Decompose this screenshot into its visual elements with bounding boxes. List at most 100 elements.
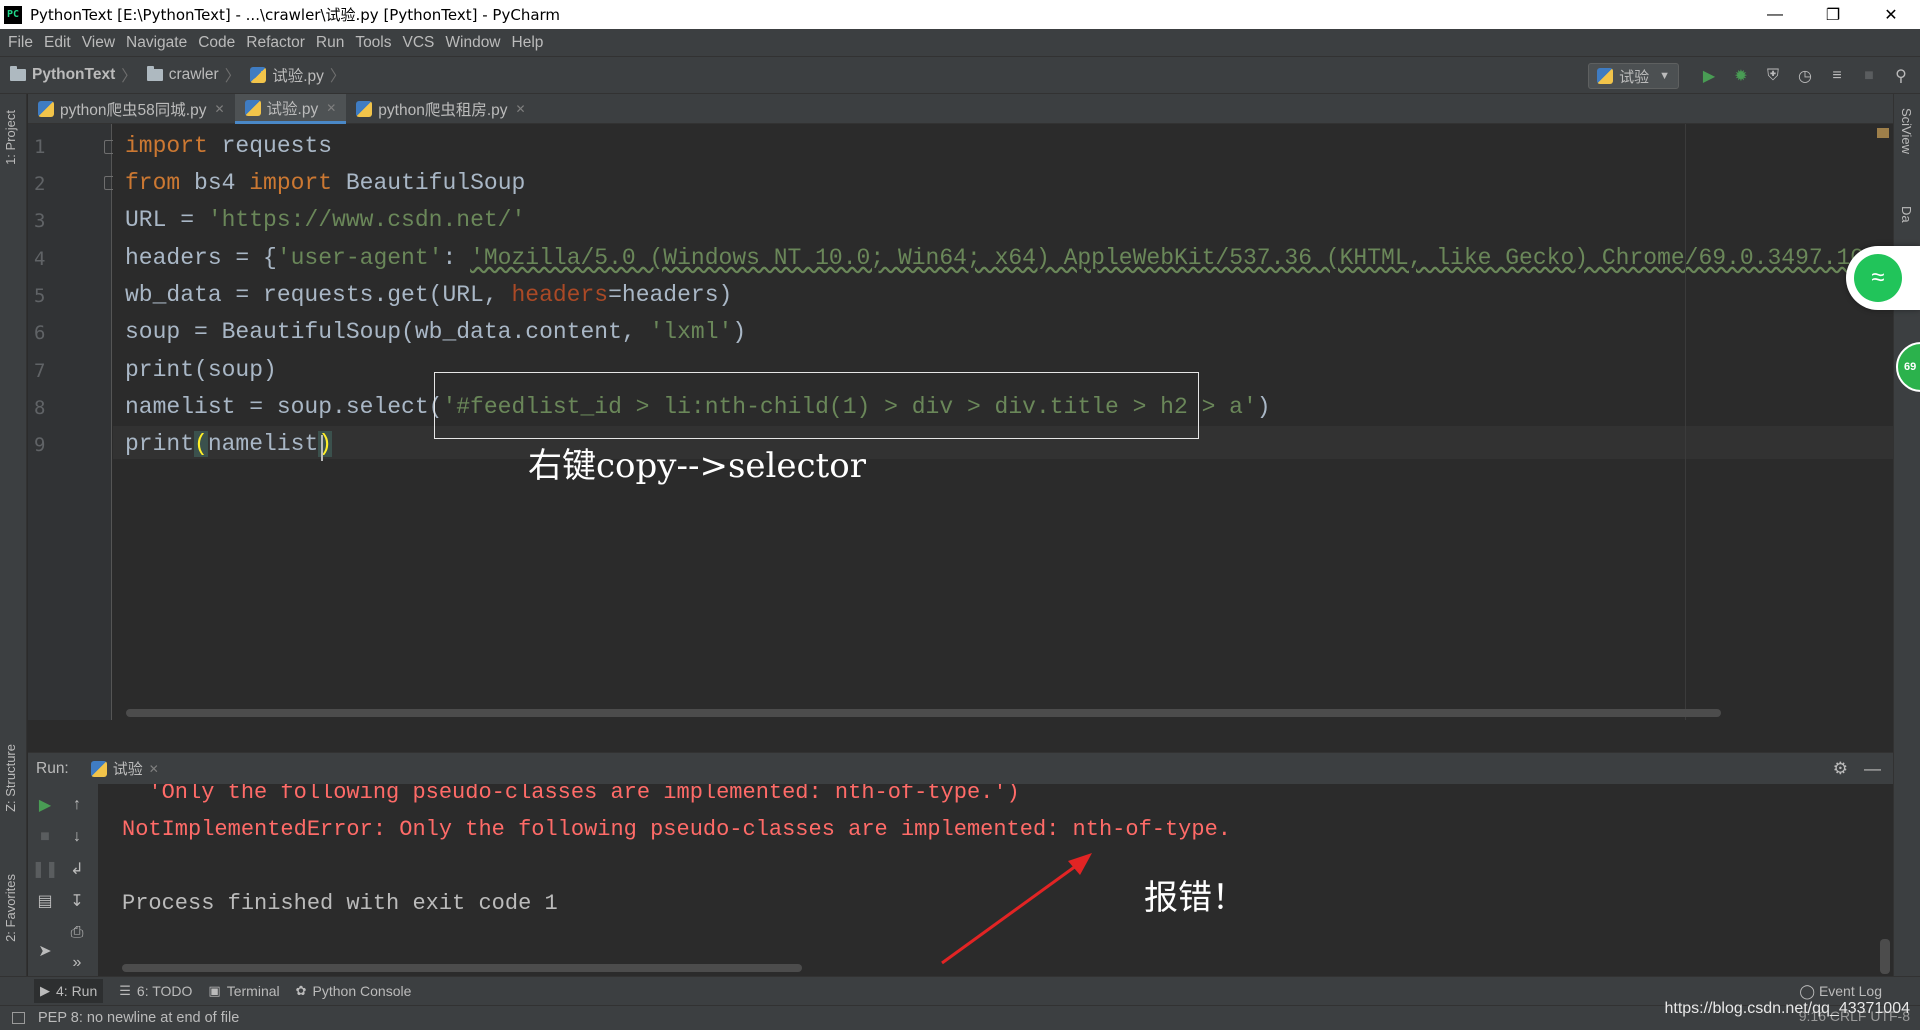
menu-refactor[interactable]: Refactor (246, 34, 305, 52)
console-horizontal-scrollbar[interactable] (122, 964, 802, 972)
pause-icon[interactable]: ❚❚ (32, 858, 59, 880)
tool-window-run[interactable]: ▶ 4: Run (34, 979, 104, 1003)
folder-icon (10, 66, 26, 81)
run-icon[interactable]: ▶ (1698, 65, 1720, 87)
warning-stripe-marker[interactable] (1877, 128, 1889, 138)
breadcrumb-project[interactable]: PythonText 〉 (10, 64, 137, 86)
code-text: requests (207, 133, 333, 159)
keyword: import (125, 133, 208, 159)
close-icon[interactable]: ✕ (326, 101, 336, 115)
tab-python-zufang[interactable]: python爬虫租房.py ✕ (346, 94, 535, 124)
menu-code[interactable]: Code (198, 34, 235, 52)
menu-vcs[interactable]: VCS (403, 34, 435, 52)
soft-wrap-icon[interactable]: ↲ (66, 858, 88, 880)
restore-button[interactable]: ❐ (1804, 0, 1862, 29)
status-bar: PEP 8: no newline at end of file 9:16 CR… (0, 1005, 1920, 1030)
string-literal: 'user-agent' (276, 245, 443, 271)
coverage-icon[interactable]: ⛨ (1762, 65, 1784, 87)
close-icon[interactable]: ✕ (516, 102, 526, 116)
stop-icon[interactable]: ■ (1858, 65, 1880, 87)
annotation-arrow-head (1068, 853, 1092, 875)
menu-navigate[interactable]: Navigate (126, 34, 187, 52)
tab-python-58[interactable]: python爬虫58同城.py ✕ (28, 94, 235, 124)
line-number: 6 (34, 322, 46, 344)
status-toggle-icon[interactable] (12, 1012, 25, 1024)
python-file-icon (244, 99, 261, 116)
tab-label: python爬虫58同城.py (60, 102, 207, 119)
search-icon[interactable]: ⚲ (1890, 65, 1912, 87)
run-configuration-dropdown[interactable]: 试验 ▼ (1588, 63, 1679, 89)
up-arrow-icon[interactable]: ↑ (66, 794, 88, 816)
tool-window-python-console[interactable]: ✿ Python Console (296, 983, 412, 999)
play-icon: ▶ (40, 983, 50, 998)
menu-window[interactable]: Window (445, 34, 500, 52)
gear-icon[interactable]: ⚙ (1833, 759, 1848, 779)
code-text: wb_data = requests.get(URL, (125, 282, 512, 308)
more-icon[interactable]: » (66, 952, 88, 974)
breadcrumb-folder-label: crawler (168, 66, 219, 83)
event-log-button[interactable]: ◯ Event Log (1799, 983, 1882, 1000)
console-line: NotImplementedError: Only the following … (122, 817, 1231, 842)
status-message: PEP 8: no newline at end of file (38, 1010, 240, 1026)
run-tab-shiyan[interactable]: 试验 ✕ (90, 758, 159, 779)
layout-icon[interactable]: ▤ (34, 890, 56, 912)
minimize-button[interactable]: — (1746, 0, 1804, 29)
breadcrumb-project-label: PythonText (32, 66, 116, 83)
run-tab-label: 试验 (112, 761, 143, 778)
line-number: 9 (34, 434, 46, 456)
tool-window-todo[interactable]: ☰ 6: TODO (119, 983, 192, 999)
line-number: 7 (34, 360, 46, 382)
console-line: Process finished with exit code 1 (122, 891, 558, 916)
code-line-2: from bs4 import BeautifulSoup (125, 170, 525, 196)
console-vertical-scrollbar[interactable] (1880, 939, 1890, 974)
annotation-arrow (941, 853, 1092, 965)
close-icon[interactable]: ✕ (214, 102, 224, 116)
line-number: 4 (34, 248, 46, 270)
code-line-7: print(soup) (125, 357, 277, 383)
menu-view[interactable]: View (82, 34, 115, 52)
keyword: from (125, 170, 181, 196)
string-literal: 'Mozilla/5.0 (Windows NT 10.0; Win64; x6… (470, 245, 1893, 271)
annotation-arrow-shaft (941, 861, 1081, 965)
matched-paren: ( (194, 431, 208, 457)
stop-icon[interactable]: ■ (34, 826, 56, 848)
breadcrumb-folder[interactable]: crawler 〉 (146, 64, 240, 86)
menu-help[interactable]: Help (512, 34, 544, 52)
python-file-icon (38, 101, 54, 117)
sciview-tool-tab[interactable]: SciView (1899, 108, 1914, 154)
breadcrumb-file[interactable]: 试验.py 〉 (250, 64, 345, 86)
code-line-9: print(namelist) (125, 431, 333, 457)
list-icon: ☰ (119, 983, 131, 998)
down-arrow-icon[interactable]: ↓ (66, 826, 88, 848)
tool-window-terminal[interactable]: ▣ Terminal (208, 983, 279, 999)
minimize-panel-icon[interactable]: — (1864, 759, 1881, 779)
tool-window-label: Terminal (226, 983, 280, 999)
tab-shiyan[interactable]: 试验.py ✕ (234, 94, 347, 124)
profile-icon[interactable]: ◷ (1794, 65, 1816, 87)
project-tool-tab[interactable]: 1: Project (3, 110, 18, 165)
structure-tool-tab[interactable]: Z: Structure (3, 744, 18, 812)
run-configuration-label: 试验 (1619, 68, 1650, 86)
window-title: PythonText [E:\PythonText] - ...\crawler… (30, 6, 561, 24)
debug-icon[interactable]: ✹ (1730, 65, 1752, 87)
wifi-widget[interactable]: ≈ (1846, 246, 1920, 310)
pin-icon[interactable]: ➤ (34, 940, 56, 962)
close-window-button[interactable]: ✕ (1862, 0, 1920, 29)
scroll-to-end-icon[interactable]: ↧ (66, 890, 88, 912)
menu-bar: File Edit View Navigate Code Refactor Ru… (0, 29, 1920, 56)
close-icon[interactable]: ✕ (149, 762, 159, 776)
code-line-1: import requests (125, 133, 332, 159)
database-tool-tab[interactable]: Da (1899, 206, 1914, 223)
menu-run[interactable]: Run (316, 34, 344, 52)
menu-edit[interactable]: Edit (44, 34, 71, 52)
editor-horizontal-scrollbar[interactable] (126, 709, 1721, 717)
favorites-tool-tab[interactable]: 2: Favorites (3, 874, 18, 942)
menu-tools[interactable]: Tools (355, 34, 391, 52)
menu-file[interactable]: File (8, 34, 33, 52)
concurrency-icon[interactable]: ≡ (1826, 65, 1848, 87)
line-number: 5 (34, 285, 46, 307)
rerun-icon[interactable]: ▶ (34, 794, 56, 816)
print-icon[interactable]: ⎙ (66, 922, 88, 944)
editor-gutter: 1 2 3 4 5 6 7 8 9 (28, 124, 117, 720)
code-line-3: URL = 'https://www.csdn.net/' (125, 207, 525, 233)
